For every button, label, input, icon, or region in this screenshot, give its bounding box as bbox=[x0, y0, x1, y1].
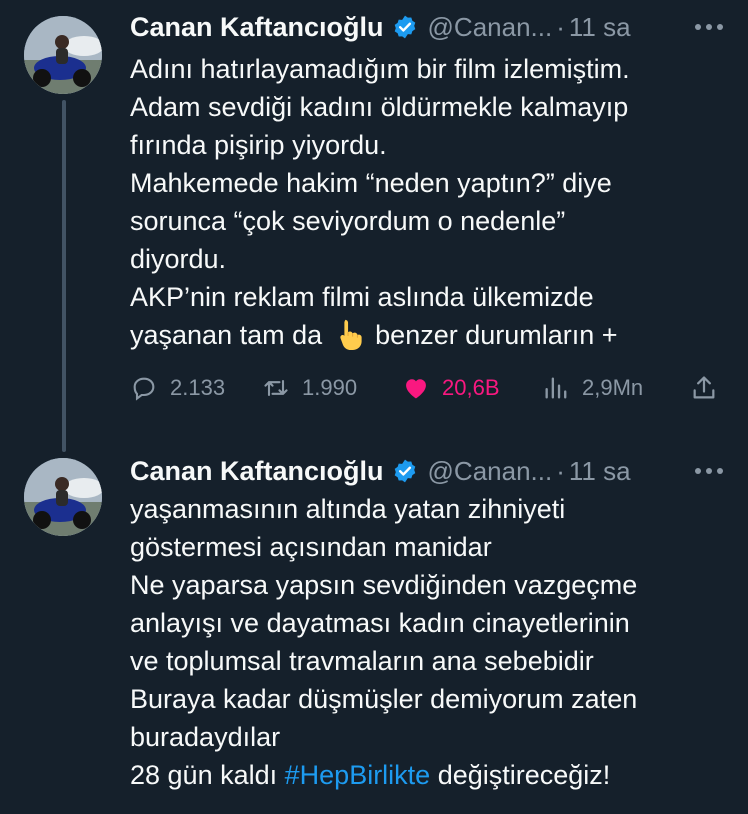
pointing-down-hand-emoji-icon bbox=[340, 319, 362, 350]
reply-button[interactable]: 2.133 bbox=[130, 368, 225, 408]
like-count: 20,6B bbox=[442, 375, 500, 400]
avatar[interactable] bbox=[24, 458, 102, 536]
author-handle[interactable]: @Canan... bbox=[428, 456, 553, 487]
text-line: Buraya kadar düşmüşler demiyorum zaten bbox=[130, 684, 638, 714]
timestamp[interactable]: 11 sa bbox=[569, 12, 631, 43]
text-line: anlayışı ve dayatması kadın cinayetlerin… bbox=[130, 608, 630, 638]
repost-button[interactable]: 1.990 bbox=[262, 368, 357, 408]
verified-badge-icon bbox=[394, 15, 415, 39]
text-line: Adam sevdiği kadını öldürmekle kalmayıp bbox=[130, 92, 629, 122]
text-line: Adını hatırlayamadığım bir film izlemişt… bbox=[130, 54, 630, 84]
text-line: Ne yaparsa yapsın sevdiğinden vazgeçme bbox=[130, 570, 638, 600]
views-count: 2,9Mn bbox=[582, 375, 644, 400]
like-heart-icon bbox=[406, 379, 426, 399]
separator-dot: · bbox=[556, 455, 565, 486]
action-bar: 2.133 1.990 20,6B 2,9Mn bbox=[130, 368, 730, 408]
reply-count: 2.133 bbox=[170, 375, 226, 400]
timestamp[interactable]: 11 sa bbox=[569, 456, 631, 487]
text-segment: 28 gün kaldı bbox=[130, 760, 278, 790]
tweet-text: yaşanmasının altında yatan zihniyeti gös… bbox=[130, 490, 730, 794]
separator-dot: · bbox=[556, 11, 565, 42]
text-line: yaşanan tam da benzer durumların + bbox=[130, 316, 730, 354]
text-line: sorunca “çok seviyordum o nedenle” bbox=[130, 206, 566, 236]
text-line: yaşanmasının altında yatan zihniyeti bbox=[130, 494, 566, 524]
author-name[interactable]: Canan Kaftancıoğlu bbox=[130, 12, 384, 43]
text-segment: yaşanan tam da bbox=[130, 320, 323, 350]
text-line: AKP’nin reklam filmi aslında ülkemizde bbox=[130, 282, 594, 312]
hashtag-link[interactable]: #HepBirlikte bbox=[285, 760, 431, 790]
more-options-icon[interactable] bbox=[692, 456, 726, 486]
repost-icon bbox=[264, 379, 288, 397]
tweet-text: Adını hatırlayamadığım bir film izlemişt… bbox=[130, 50, 730, 354]
text-segment: değiştireceğiz! bbox=[437, 760, 611, 790]
views-button[interactable]: 2,9Mn bbox=[542, 368, 643, 408]
text-line: buradaydılar bbox=[130, 722, 281, 752]
text-line: fırında pişirip yiyordu. bbox=[130, 130, 387, 160]
text-line: 28 gün kaldı #HepBirlikte değiştireceğiz… bbox=[130, 756, 730, 794]
tweet-header: Canan Kaftancıoğlu @Canan... · 11 sa bbox=[130, 10, 631, 44]
text-line: Mahkemede hakim “neden yaptın?” diye bbox=[130, 168, 612, 198]
like-button[interactable]: 20,6B bbox=[402, 368, 500, 408]
share-button[interactable] bbox=[690, 368, 730, 408]
author-name[interactable]: Canan Kaftancıoğlu bbox=[130, 456, 384, 487]
verified-badge-icon bbox=[394, 459, 415, 483]
author-handle[interactable]: @Canan... bbox=[428, 12, 553, 43]
text-line: göstermesi açısından manidar bbox=[130, 532, 492, 562]
repost-count: 1.990 bbox=[302, 375, 358, 400]
text-line: ve toplumsal travmaların ana sebebidir bbox=[130, 646, 594, 676]
views-icon bbox=[545, 377, 567, 399]
thread-connector bbox=[62, 100, 66, 452]
reply-icon bbox=[133, 377, 155, 401]
avatar[interactable] bbox=[24, 16, 102, 94]
share-icon bbox=[693, 376, 715, 399]
tweet-header: Canan Kaftancıoğlu @Canan... · 11 sa bbox=[130, 454, 631, 488]
text-line: diyordu. bbox=[130, 244, 227, 274]
text-segment: benzer durumların + bbox=[375, 320, 618, 350]
more-options-icon[interactable] bbox=[692, 12, 726, 42]
